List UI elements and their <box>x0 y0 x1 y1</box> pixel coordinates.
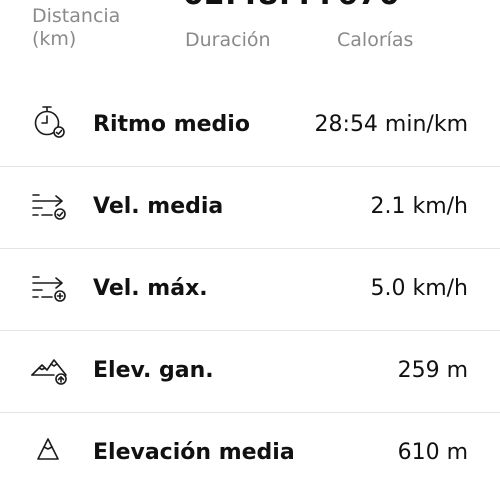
stat-row-average-elevation: Elevación media 610 m <box>0 413 500 495</box>
speed-average-icon <box>30 187 74 223</box>
stat-row-elevation-gain: Elev. gan. 259 m <box>0 331 500 413</box>
elevation-gain-icon <box>30 351 74 387</box>
stat-label: Vel. media <box>93 194 224 219</box>
stat-value: 610 m <box>397 440 468 465</box>
stat-label: Elev. gan. <box>93 358 214 383</box>
stopwatch-pace-icon <box>30 105 74 141</box>
stat-value: 2.1 km/h <box>370 194 468 219</box>
duration-label: Duración <box>185 29 271 51</box>
stat-value: 28:54 min/km <box>314 112 468 137</box>
stat-label: Elevación media <box>93 440 295 465</box>
stat-value: 259 m <box>397 358 468 383</box>
stat-label: Ritmo medio <box>93 112 250 137</box>
elevation-average-icon <box>30 433 74 469</box>
calories-label: Calorías <box>337 29 414 51</box>
stat-row-average-speed: Vel. media 2.1 km/h <box>0 167 500 249</box>
stat-row-max-speed: Vel. máx. 5.0 km/h <box>0 249 500 331</box>
calories-value: 670 <box>337 0 400 10</box>
stat-value: 5.0 km/h <box>370 276 468 301</box>
distance-label: Distancia (km) <box>32 5 121 50</box>
duration-value: 02:48:44 <box>183 0 332 10</box>
stats-list: Ritmo medio 28:54 min/km Vel. media 2.1 … <box>0 85 500 495</box>
workout-summary: Distancia (km) 02:48:44 Duración 670 Cal… <box>0 0 500 70</box>
speed-max-icon <box>30 269 74 305</box>
stat-label: Vel. máx. <box>93 276 208 301</box>
stat-row-average-pace: Ritmo medio 28:54 min/km <box>0 85 500 167</box>
